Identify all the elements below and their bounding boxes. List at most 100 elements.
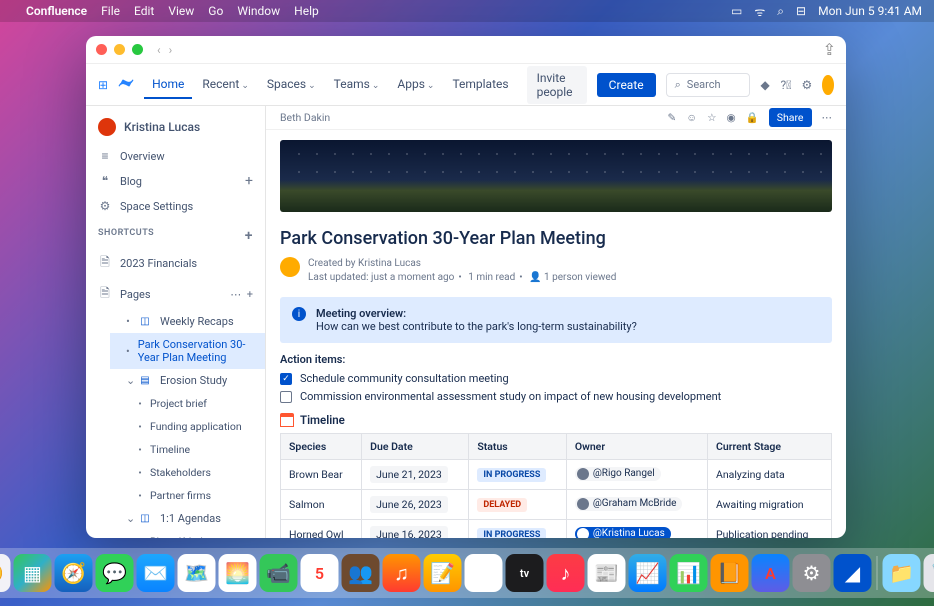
menu-file[interactable]: File xyxy=(101,4,120,18)
page-tree-item[interactable]: •Timeline xyxy=(110,438,265,461)
page-cover-image xyxy=(280,140,832,212)
page-tree-item[interactable]: •Partner firms xyxy=(110,484,265,507)
dock-app[interactable]: 📈 xyxy=(629,554,667,592)
invite-button[interactable]: Invite people xyxy=(527,66,587,104)
comment-icon[interactable]: ☺ xyxy=(686,111,697,124)
dock-app[interactable]: ♫ xyxy=(383,554,421,592)
minimize-button[interactable] xyxy=(114,44,125,55)
app-toolbar: ⊞ HomeRecent⌄Spaces⌄Teams⌄Apps⌄Templates… xyxy=(86,64,846,106)
dock-app[interactable]: ✉️ xyxy=(137,554,175,592)
dock-app[interactable]: 📁 xyxy=(883,554,921,592)
add-shortcut-icon[interactable]: + xyxy=(245,228,253,244)
nav-recent[interactable]: Recent⌄ xyxy=(194,71,257,99)
profile-avatar[interactable] xyxy=(822,75,834,95)
share-button[interactable]: Share xyxy=(769,108,812,127)
table-row: Brown Bear June 21, 2023 IN PROGRESS @Ri… xyxy=(281,460,832,490)
shortcut-item[interactable]: 🗎2023 Financials xyxy=(86,248,265,279)
dock-app[interactable]: ⚙ xyxy=(793,554,831,592)
column-header: Status xyxy=(469,434,566,460)
page-actions-icon[interactable]: ⋯ + xyxy=(230,288,253,301)
breadcrumb-author[interactable]: Beth Dakin xyxy=(280,111,330,124)
dock-app[interactable]: 5 xyxy=(301,554,339,592)
dock-app[interactable]: ✓ xyxy=(465,554,503,592)
menu-window[interactable]: Window xyxy=(237,4,280,18)
dock-app[interactable]: 💬 xyxy=(96,554,134,592)
dock-app[interactable]: 📊 xyxy=(670,554,708,592)
page-tree-item[interactable]: •Park Conservation 30-Year Plan Meeting xyxy=(110,333,265,369)
dock-app[interactable]: 📰 xyxy=(588,554,626,592)
user-mention[interactable]: @Graham McBride xyxy=(575,497,683,511)
dock-app[interactable]: 📹 xyxy=(260,554,298,592)
page-tree-item[interactable]: •Project brief xyxy=(110,392,265,415)
star-icon[interactable]: ☆ xyxy=(707,111,716,124)
maximize-button[interactable] xyxy=(132,44,143,55)
menu-view[interactable]: View xyxy=(168,4,194,18)
sidebar-space-settings[interactable]: ⚙Space Settings xyxy=(86,194,265,218)
more-actions-icon[interactable]: ⋯ xyxy=(822,111,833,124)
watch-icon[interactable]: ◉ xyxy=(726,111,735,124)
page-tree-item[interactable]: •Stakeholders xyxy=(110,461,265,484)
notifications-icon[interactable]: ◆ xyxy=(760,78,771,92)
back-button[interactable]: ‹ xyxy=(157,43,161,57)
close-button[interactable] xyxy=(96,44,107,55)
dock-app[interactable]: 📝 xyxy=(424,554,462,592)
help-icon[interactable]: ?⃝ xyxy=(780,78,791,92)
menu-edit[interactable]: Edit xyxy=(134,4,154,18)
settings-icon[interactable]: ⚙ xyxy=(801,78,812,92)
info-icon: i xyxy=(292,307,306,321)
nav-spaces[interactable]: Spaces⌄ xyxy=(259,71,324,99)
nav-apps[interactable]: Apps⌄ xyxy=(389,71,442,99)
dock-app[interactable]: ♪ xyxy=(547,554,585,592)
create-button[interactable]: Create xyxy=(597,73,656,97)
user-mention[interactable]: @Rigo Rangel xyxy=(575,467,661,481)
dock-app[interactable]: 🙂 xyxy=(0,554,11,592)
page-tree-item[interactable]: •Rigo : Kristina xyxy=(110,530,265,538)
page-tree-item[interactable]: •◫Weekly Recaps xyxy=(110,310,265,333)
wifi-icon[interactable]: ᯤ xyxy=(754,3,765,20)
pages-icon: 🗎 xyxy=(98,284,112,305)
nav-teams[interactable]: Teams⌄ xyxy=(326,71,388,99)
control-center-icon[interactable]: ⊟ xyxy=(796,4,806,18)
action-item: Commission environmental assessment stud… xyxy=(280,390,832,403)
dock-app[interactable]: 📙 xyxy=(711,554,749,592)
sidebar-overview[interactable]: ≡Overview xyxy=(86,144,265,168)
dock-app[interactable]: A xyxy=(752,554,790,592)
menu-help[interactable]: Help xyxy=(294,4,319,18)
edit-icon[interactable]: ✎ xyxy=(668,111,677,124)
nav-home[interactable]: Home xyxy=(144,71,192,99)
user-mention[interactable]: @Kristina Lucas xyxy=(575,527,671,539)
page-tree-item[interactable]: •Funding application xyxy=(110,415,265,438)
clock[interactable]: Mon Jun 5 9:41 AM xyxy=(818,4,922,18)
battery-icon[interactable]: ▭ xyxy=(731,4,742,18)
dock-app[interactable]: ▦ xyxy=(14,554,52,592)
column-header: Due Date xyxy=(362,434,469,460)
checkbox[interactable] xyxy=(280,391,292,403)
page-tree-item[interactable]: ⌄▤Erosion Study xyxy=(110,369,265,392)
dock-app[interactable]: 🗑️ xyxy=(924,554,934,592)
search-icon[interactable]: ⌕ xyxy=(777,4,784,19)
search-input[interactable]: ⌕ Search xyxy=(666,73,750,97)
pages-heading[interactable]: 🗎 Pages ⋯ + xyxy=(86,279,265,310)
sidebar-blog[interactable]: ❝Blog+ xyxy=(86,168,265,194)
app-name[interactable]: Confluence xyxy=(26,4,87,18)
share-icon[interactable]: ⇪ xyxy=(823,40,836,59)
app-switcher-icon[interactable]: ⊞ xyxy=(98,78,108,92)
restrictions-icon[interactable]: 🔒 xyxy=(746,111,759,124)
dock-app[interactable]: 🧭 xyxy=(55,554,93,592)
nav-templates[interactable]: Templates xyxy=(444,71,516,99)
add-icon[interactable]: + xyxy=(245,173,253,189)
menu-go[interactable]: Go xyxy=(208,4,223,18)
timeline-table: SpeciesDue DateStatusOwnerCurrent Stage … xyxy=(280,433,832,538)
page-tree-item[interactable]: ⌄◫1:1 Agendas xyxy=(110,507,265,530)
forward-button[interactable]: › xyxy=(169,43,173,57)
space-header[interactable]: Kristina Lucas xyxy=(86,114,265,144)
dock-app[interactable]: 🗺️ xyxy=(178,554,216,592)
dock-app[interactable]: tv xyxy=(506,554,544,592)
dock-app[interactable]: 👥 xyxy=(342,554,380,592)
confluence-logo-icon[interactable] xyxy=(118,75,134,94)
page-title: Park Conservation 30-Year Plan Meeting xyxy=(280,228,832,249)
column-header: Species xyxy=(281,434,362,460)
dock-app[interactable]: 🌅 xyxy=(219,554,257,592)
checkbox[interactable]: ✓ xyxy=(280,373,292,385)
dock-app[interactable]: ◢ xyxy=(834,554,872,592)
